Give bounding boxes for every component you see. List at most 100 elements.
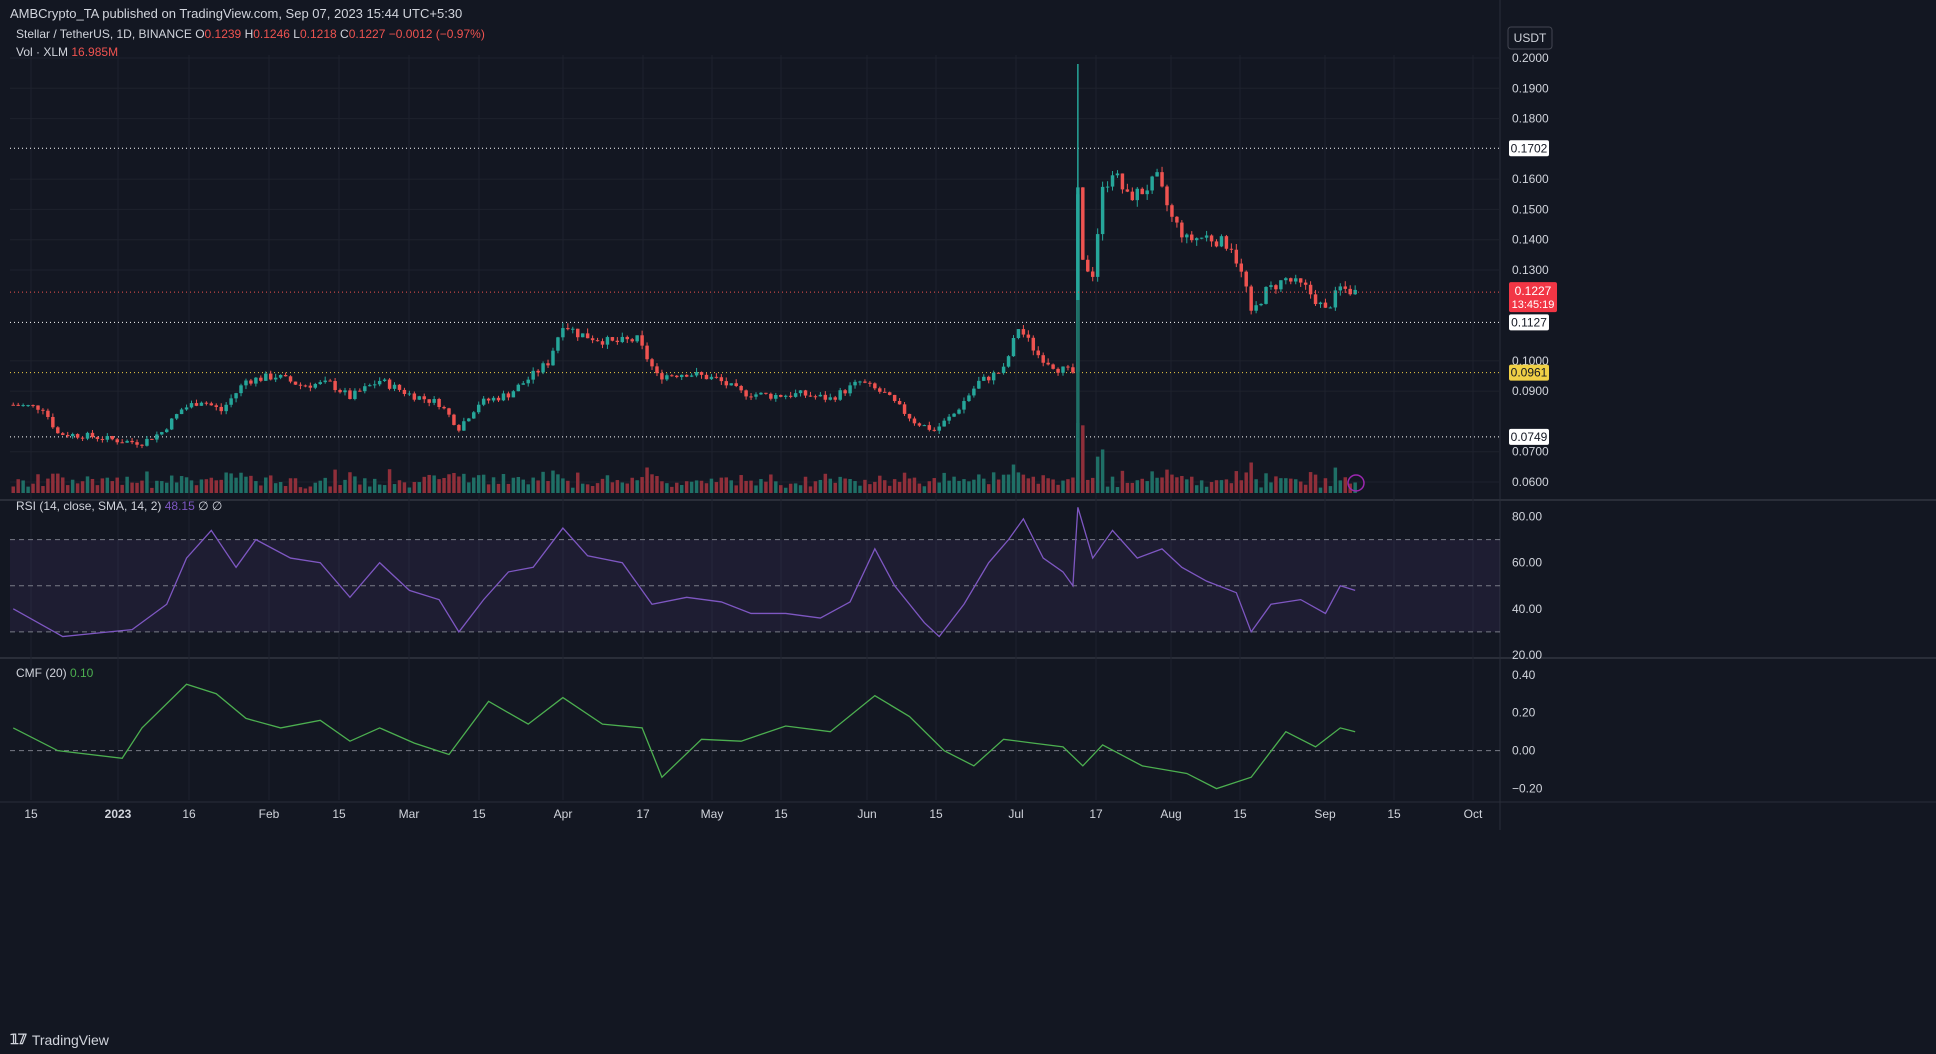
candle-body: [100, 439, 105, 441]
volume-bar: [719, 477, 724, 493]
volume-bar: [165, 482, 169, 493]
volume-bar: [1259, 487, 1263, 493]
candle-body: [368, 385, 372, 387]
volume-bar: [506, 483, 511, 493]
volume-bar: [996, 479, 1001, 493]
candle-body: [140, 444, 144, 446]
volume-bar: [952, 476, 956, 493]
rsi-band: [10, 539, 1500, 632]
candle-body: [843, 390, 847, 394]
candle-body: [422, 396, 426, 400]
candle-body: [1234, 249, 1239, 264]
volume-bar: [873, 481, 877, 493]
volume-bar: [808, 486, 813, 493]
candle-body: [1199, 237, 1204, 239]
volume-bar: [764, 481, 768, 493]
volume-bar: [56, 473, 60, 493]
volume-bar: [932, 478, 936, 493]
candle-body: [382, 379, 387, 381]
candle-body: [645, 345, 649, 360]
time-tick-label: 15: [472, 807, 486, 821]
candle-body: [694, 372, 699, 376]
candle-body: [1125, 189, 1130, 192]
candle-body: [11, 404, 15, 406]
chart-canvas[interactable]: 0.2000 0.1900 0.1800 0.1600 0.1500 0.1400 0.13…: [0, 0, 1936, 1054]
time-tick-label: 15: [24, 807, 38, 821]
candle-body: [566, 328, 570, 330]
candle-body: [244, 380, 248, 386]
candle-body: [605, 337, 610, 345]
volume-bar: [169, 475, 174, 493]
volume-bar: [734, 485, 738, 493]
candle-body: [1155, 172, 1159, 177]
volume-bar: [75, 483, 80, 493]
candle-body: [1259, 303, 1263, 306]
candle-body: [1011, 337, 1016, 357]
volume-bar: [120, 484, 124, 493]
candle-body: [600, 341, 605, 345]
volume-bar: [571, 487, 575, 493]
candle-body: [1090, 271, 1095, 277]
candle-body: [348, 390, 352, 399]
volume-bar: [828, 478, 833, 493]
candle-body: [878, 388, 882, 392]
candle-body: [85, 432, 90, 439]
time-tick-label: 15: [332, 807, 346, 821]
candle-body: [1110, 175, 1115, 187]
candle-body: [1313, 294, 1318, 305]
volume-bar: [204, 479, 209, 493]
candle-body: [838, 390, 842, 400]
candle-body: [70, 434, 75, 437]
price-tick-label: 0.1800: [1512, 112, 1549, 126]
candle-body: [729, 383, 733, 386]
countdown-label: 13:45:19: [1512, 299, 1555, 311]
candle-body: [338, 390, 342, 393]
volume-bar: [724, 477, 729, 493]
volume-bar: [536, 480, 540, 493]
volume-bar: [1284, 478, 1288, 493]
candle-body: [135, 442, 139, 445]
volume-bar: [1333, 467, 1338, 493]
candle-body: [75, 434, 80, 438]
candle-body: [1190, 234, 1194, 241]
cmf-tick-label: 0.00: [1512, 744, 1536, 758]
volume-bar: [308, 486, 313, 493]
volume-bar: [214, 480, 218, 493]
candle-body: [174, 414, 179, 419]
volume-bar: [650, 474, 654, 493]
volume-bar: [878, 475, 882, 493]
time-tick-label: May: [701, 807, 724, 821]
level-tag-label: 0.0961: [1511, 366, 1548, 380]
volume-bar: [46, 478, 50, 493]
tradingview-footer[interactable]: 𝟙𝟟 TradingView: [10, 1031, 109, 1048]
candle-body: [194, 403, 199, 406]
volume-bar: [328, 486, 332, 493]
volume-bar: [665, 483, 669, 493]
candle-body: [576, 328, 580, 338]
volume-bar: [432, 475, 436, 493]
candle-body: [1244, 271, 1248, 287]
rsi-tick-label: 60.00: [1512, 556, 1542, 570]
volume-bar: [1323, 478, 1328, 493]
volume-bar: [551, 470, 555, 493]
spike-volume-bar: [1076, 300, 1080, 493]
candle-body: [1175, 216, 1179, 223]
candle-body: [922, 425, 927, 427]
candle-body: [526, 379, 530, 384]
volume-bar: [694, 480, 699, 493]
candle-body: [491, 397, 496, 401]
volume-bar: [61, 477, 65, 493]
volume-bar: [382, 485, 387, 493]
volume-bar: [254, 481, 258, 493]
price-tick-label: 0.0900: [1512, 384, 1549, 398]
candle-body: [585, 333, 590, 339]
volume-bar: [1150, 471, 1154, 493]
volume-bar: [234, 477, 238, 493]
volume-bar: [1298, 481, 1303, 493]
volume-bar: [1145, 481, 1149, 493]
volume-bar: [759, 479, 763, 493]
candle-body: [219, 406, 223, 412]
candle-body: [481, 398, 486, 405]
volume-bar: [1026, 478, 1031, 493]
candle-body: [1100, 186, 1105, 235]
